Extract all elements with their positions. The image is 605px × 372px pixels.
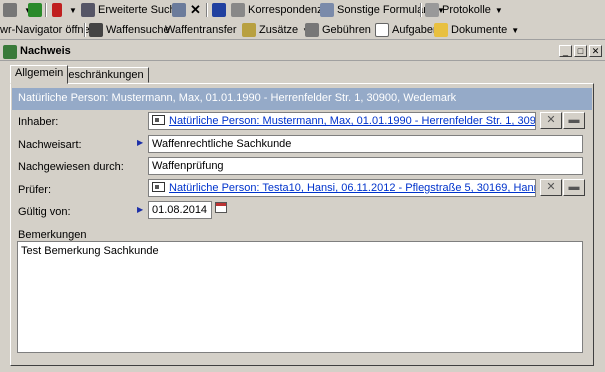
letter-icon	[231, 3, 245, 17]
person-card-icon	[152, 182, 165, 192]
nachgewiesen-label: Nachgewiesen durch:	[18, 161, 124, 173]
required-marker-icon: ▶	[137, 205, 144, 214]
binoculars-icon	[81, 3, 95, 17]
window-icon	[172, 3, 186, 17]
gueltig-date-field[interactable]: 01.08.2014	[148, 201, 212, 219]
inhaber-clear-button[interactable]: ✕	[540, 112, 562, 129]
pruefer-link[interactable]: Natürliche Person: Testa10, Hansi, 06.11…	[169, 182, 535, 194]
calendar-icon[interactable]	[215, 202, 227, 213]
protokolle-label: Protokolle	[442, 4, 491, 16]
word-icon	[212, 3, 226, 17]
close-icon: ✕	[546, 114, 556, 126]
gun-icon	[89, 23, 103, 37]
tab-allgemein[interactable]: Allgemein	[10, 65, 69, 84]
inhaber-comment-button[interactable]: ▬	[563, 112, 585, 129]
erweiterte-suche-label: Erweiterte Suche	[98, 4, 182, 16]
chevron-down-icon: ▼	[69, 5, 77, 15]
pruefer-clear-button[interactable]: ✕	[540, 179, 562, 196]
zusaetze-label: Zusätze	[259, 24, 299, 36]
erweiterte-suche-button[interactable]: Erweiterte Suche	[81, 2, 182, 18]
word-button[interactable]	[212, 2, 229, 18]
close-icon: ✕	[546, 181, 556, 193]
waffentransfer-label: Waffentransfer	[165, 24, 237, 36]
required-marker-icon: ▶	[137, 138, 144, 147]
refresh-button[interactable]	[28, 2, 45, 18]
aufgaben-label: Aufgaben	[392, 24, 440, 36]
pruefer-comment-button[interactable]: ▬	[563, 179, 585, 196]
window-titlebar: Nachweis _ □ ✕	[0, 43, 605, 61]
nachweisart-label: Nachweisart:	[18, 139, 82, 151]
separator	[420, 3, 422, 17]
gebuehren-button[interactable]: Gebühren ▼	[305, 22, 383, 38]
nachweis-window: Nachweis _ □ ✕ Allgemein Beschränkungen …	[0, 43, 605, 372]
main-toolbar: ▼ ▼ Erweiterte Suche ✕ Korrespondenz ▼ S…	[0, 0, 605, 20]
pruefer-label: Prüfer:	[18, 184, 52, 196]
delete-button[interactable]: ✕	[190, 2, 201, 18]
korrespondenz-label: Korrespondenz	[248, 4, 323, 16]
chevron-down-icon: ▼	[494, 5, 503, 15]
korrespondenz-button[interactable]: Korrespondenz ▼	[231, 2, 335, 18]
navigator-label: wr-Navigator öffnen	[0, 24, 96, 36]
waffensuche-button[interactable]: Waffensuche	[89, 22, 170, 38]
separator	[84, 23, 86, 37]
dokumente-button[interactable]: Dokumente ▼	[434, 22, 519, 38]
dokumente-label: Dokumente	[451, 24, 508, 36]
gueltig-label: Gültig von:	[18, 206, 71, 218]
nachweisart-field[interactable]: Waffenrechtliche Sachkunde	[148, 135, 583, 153]
separator	[206, 3, 208, 17]
gebuehren-label: Gebühren	[322, 24, 371, 36]
person-card-icon	[152, 115, 165, 125]
close-button[interactable]: ✕	[589, 45, 602, 57]
aufgaben-button[interactable]: Aufgaben	[375, 22, 439, 38]
tab-beschraenkungen[interactable]: Beschränkungen	[56, 67, 149, 83]
inhaber-field[interactable]: Natürliche Person: Mustermann, Max, 01.0…	[148, 112, 536, 130]
filter-icon	[52, 3, 62, 17]
comment-icon: ▬	[568, 114, 580, 126]
secondary-toolbar: wr-Navigator öffnen Waffensuche Waffentr…	[0, 20, 605, 40]
app-icon	[3, 45, 17, 59]
printer-icon	[3, 3, 17, 17]
waffentransfer-button[interactable]: Waffentransfer ▼	[165, 22, 248, 38]
close-icon: ✕	[190, 2, 201, 17]
form-icon	[320, 3, 334, 17]
chevron-down-icon: ▼	[511, 25, 520, 35]
inhaber-link[interactable]: Natürliche Person: Mustermann, Max, 01.0…	[169, 115, 535, 127]
refresh-icon	[28, 3, 42, 17]
bemerkungen-textarea[interactable]: Test Bemerkung Sachkunde	[17, 241, 583, 353]
protocol-icon	[425, 3, 439, 17]
puzzle-icon	[242, 23, 256, 37]
comment-icon: ▬	[568, 181, 580, 193]
bemerkungen-label: Bemerkungen	[18, 229, 87, 241]
maximize-button[interactable]: □	[574, 45, 587, 57]
task-icon	[375, 23, 389, 37]
protokolle-button[interactable]: Protokolle ▼	[425, 2, 503, 18]
folder-icon	[434, 23, 448, 37]
inhaber-label: Inhaber:	[18, 116, 59, 128]
record-header: Natürliche Person: Mustermann, Max, 01.0…	[12, 88, 592, 110]
separator	[45, 3, 47, 17]
pruefer-field[interactable]: Natürliche Person: Testa10, Hansi, 06.11…	[148, 179, 536, 197]
waffensuche-label: Waffensuche	[106, 24, 170, 36]
filter-button[interactable]: ▼	[52, 2, 77, 18]
coins-icon	[305, 23, 319, 37]
navigator-button[interactable]: wr-Navigator öffnen	[0, 22, 96, 38]
sonstige-formulare-label: Sonstige Formulare	[337, 4, 433, 16]
window-title: Nachweis	[20, 45, 71, 57]
nachgewiesen-field[interactable]: Waffenprüfung	[148, 157, 583, 175]
zusaetze-button[interactable]: Zusätze ▼	[242, 22, 310, 38]
minimize-button[interactable]: _	[559, 45, 572, 57]
window-button[interactable]	[172, 2, 189, 18]
